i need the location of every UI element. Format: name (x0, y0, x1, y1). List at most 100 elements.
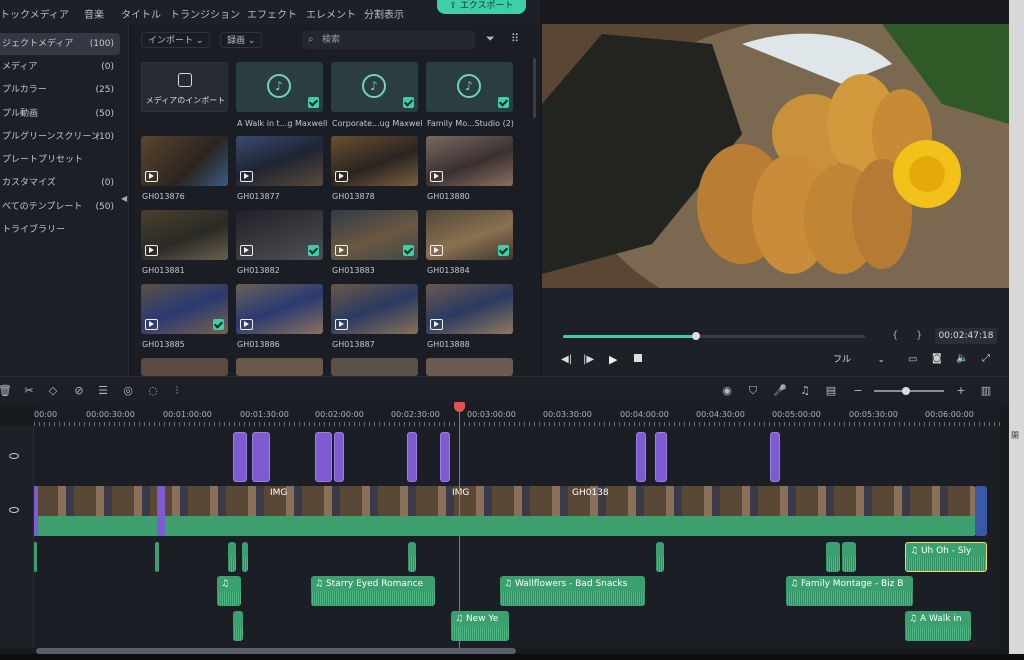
video-thumbnail[interactable] (331, 136, 418, 186)
audio-clip[interactable] (242, 542, 248, 572)
grid-view-icon[interactable]: ⠿ (511, 32, 519, 45)
tab-effects[interactable]: エフェクト (247, 6, 297, 21)
title-clip[interactable] (233, 432, 247, 482)
video-thumbnail[interactable] (141, 284, 228, 334)
tag-icon[interactable]: ◇ (46, 384, 60, 398)
audio-clip[interactable]: ♫ Starry Eyed Romance (311, 576, 435, 606)
title-clip[interactable] (636, 432, 646, 482)
video-thumbnail[interactable] (331, 210, 418, 260)
audio-wave-icon[interactable]: ⫶ (170, 384, 184, 398)
sidebar-item-all-templates[interactable]: べてのテンプレート (50) (0, 196, 120, 218)
audio-clip[interactable]: ♫ Wallflowers - Bad Snacks (500, 576, 645, 606)
sidebar-item-customize[interactable]: カスタマイズ (0) (0, 172, 120, 194)
audio-clip[interactable] (408, 542, 416, 572)
speed-icon[interactable]: ◎ (121, 384, 135, 398)
import-media-tile[interactable]: メディアのインポート (141, 62, 228, 112)
timeline-layout-icon[interactable]: ▥ (979, 384, 993, 398)
title-clip[interactable] (655, 432, 667, 482)
music-list-icon[interactable]: ♫ (798, 384, 812, 398)
tab-titles[interactable]: タイトル (121, 6, 161, 21)
video-thumbnail[interactable] (141, 136, 228, 186)
audio-clip[interactable]: ♫ A Walk in (905, 611, 971, 641)
tab-stock-media[interactable]: トックメディア (0, 6, 69, 21)
title-clip[interactable] (252, 432, 270, 482)
tab-transitions[interactable]: トランジション (170, 6, 240, 21)
zoom-slider[interactable] (874, 387, 944, 395)
audio-clip[interactable] (842, 542, 856, 572)
video-thumbnail[interactable] (236, 210, 323, 260)
zoom-in-icon[interactable]: + (954, 384, 968, 398)
audio-clip[interactable] (155, 542, 159, 572)
playhead[interactable] (459, 404, 460, 648)
video-thumbnail[interactable] (236, 358, 323, 376)
title-clip[interactable] (315, 432, 332, 482)
mark-in-icon[interactable]: { (892, 330, 898, 341)
playback-scrubber[interactable] (691, 332, 700, 340)
video-thumbnail[interactable] (426, 136, 513, 186)
tab-elements[interactable]: エレメント (306, 6, 356, 21)
marker-icon[interactable]: ⛉ (746, 384, 760, 398)
audio-clip[interactable] (34, 542, 37, 572)
audio-clip[interactable]: ♫ (217, 576, 241, 606)
audio-tile[interactable]: ♪ (426, 62, 513, 112)
video-thumbnail[interactable] (331, 358, 418, 376)
title-clip[interactable] (407, 432, 417, 482)
filter-icon[interactable]: ⏷ (486, 32, 495, 46)
audio-clip[interactable] (826, 542, 840, 572)
caption-icon[interactable]: ▤ (824, 384, 838, 398)
title-clip[interactable] (334, 432, 344, 482)
fullscreen-icon[interactable]: ⤢ (982, 353, 990, 364)
audio-tile[interactable]: ♪ (331, 62, 418, 112)
scissors-icon[interactable]: ✂ (22, 384, 36, 398)
title-clip[interactable] (770, 432, 780, 482)
zoom-slider-knob[interactable] (902, 387, 910, 395)
timeline-ruler[interactable]: 00:00 00:00:30:00 00:01:00:00 00:01:30:0… (34, 404, 1000, 426)
audio-clip[interactable] (233, 611, 243, 641)
video-thumbnail[interactable] (141, 210, 228, 260)
export-button[interactable]: ⇪ エクスポート (437, 0, 526, 14)
video-thumbnail[interactable] (426, 284, 513, 334)
sidebar-item-library[interactable]: トライブラリー (0, 219, 120, 241)
mark-out-icon[interactable]: } (916, 330, 922, 341)
audio-tile[interactable]: ♪ (236, 62, 323, 112)
audio-clip[interactable] (228, 542, 236, 572)
volume-icon[interactable]: 🔈 (956, 353, 968, 364)
timer-icon[interactable]: ◌ (146, 384, 160, 398)
microphone-icon[interactable]: 🎤 (773, 384, 787, 398)
playback-progress-track[interactable] (563, 332, 865, 340)
search-input[interactable]: ⌕ 検索 (302, 31, 475, 49)
record-dropdown[interactable]: 録画 ⌄ (220, 32, 263, 48)
monitor-icon[interactable]: ▭ (908, 354, 917, 365)
import-dropdown[interactable]: インポート ⌄ (141, 32, 211, 48)
eye-icon[interactable] (9, 507, 19, 513)
audio-clip[interactable]: ♫ Family Montage - Biz B (786, 576, 913, 606)
sidebar-item-sample-video[interactable]: プル動画 (50) (0, 103, 120, 125)
sidebar-item-green-screen[interactable]: プルグリーンスクリーン (10) (0, 126, 120, 148)
step-back-icon[interactable]: ◀| (561, 354, 572, 365)
video-clip-strip[interactable]: IMG IMG GH0138 (36, 486, 976, 536)
tab-split-screen[interactable]: 分割表示 (364, 6, 404, 21)
media-scrollbar[interactable] (533, 58, 536, 118)
crop-icon[interactable]: ⊘ (72, 384, 86, 398)
quality-dropdown[interactable]: フル ⌄ (827, 352, 891, 368)
eye-icon[interactable] (9, 453, 19, 459)
render-icon[interactable]: ◉ (720, 384, 734, 398)
video-thumbnail[interactable] (426, 358, 513, 376)
collapse-arrow-icon[interactable]: ◀ (121, 194, 127, 203)
audio-clip[interactable] (656, 542, 664, 572)
sidebar-item-project-media[interactable]: ジェクトメディア (100) (0, 33, 120, 55)
play-icon[interactable]: ▶ (609, 353, 617, 366)
video-thumbnail[interactable] (236, 136, 323, 186)
stop-icon[interactable] (634, 354, 642, 362)
sidebar-item-media[interactable]: メディア (0) (0, 56, 120, 78)
video-thumbnail[interactable] (236, 284, 323, 334)
video-thumbnail[interactable] (141, 358, 228, 376)
video-thumbnail[interactable] (331, 284, 418, 334)
sidebar-item-sample-color[interactable]: プルカラー (25) (0, 79, 120, 101)
snapshot-icon[interactable]: ◙ (932, 353, 942, 364)
video-thumbnail[interactable] (426, 210, 513, 260)
step-forward-icon[interactable]: |▶ (583, 354, 594, 365)
adjust-icon[interactable]: ☰ (96, 384, 110, 398)
title-clip[interactable] (440, 432, 450, 482)
zoom-out-icon[interactable]: − (851, 384, 865, 398)
